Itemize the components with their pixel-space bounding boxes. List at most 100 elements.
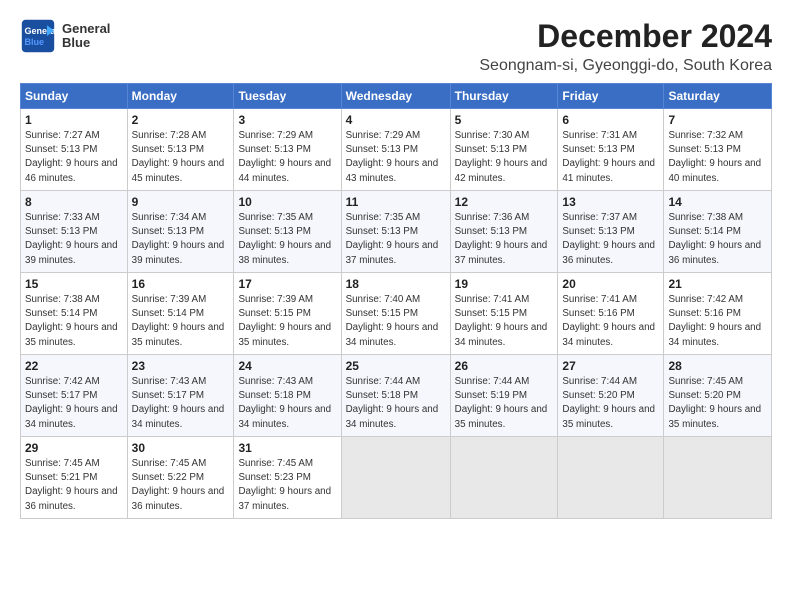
day-number: 31 [238, 441, 336, 455]
day-number: 13 [562, 195, 659, 209]
day-number: 30 [132, 441, 230, 455]
calendar-week-row: 15 Sunrise: 7:38 AMSunset: 5:14 PMDaylig… [21, 273, 772, 355]
col-friday: Friday [558, 84, 664, 109]
day-number: 2 [132, 113, 230, 127]
day-detail: Sunrise: 7:45 AMSunset: 5:20 PMDaylight:… [668, 376, 761, 430]
day-number: 27 [562, 359, 659, 373]
day-detail: Sunrise: 7:44 AMSunset: 5:18 PMDaylight:… [346, 376, 439, 430]
calendar-cell: 18 Sunrise: 7:40 AMSunset: 5:15 PMDaylig… [341, 273, 450, 355]
calendar-cell: 31 Sunrise: 7:45 AMSunset: 5:23 PMDaylig… [234, 437, 341, 519]
day-number: 10 [238, 195, 336, 209]
calendar-week-row: 22 Sunrise: 7:42 AMSunset: 5:17 PMDaylig… [21, 355, 772, 437]
day-number: 9 [132, 195, 230, 209]
day-detail: Sunrise: 7:45 AMSunset: 5:22 PMDaylight:… [132, 458, 225, 512]
svg-text:Blue: Blue [25, 37, 45, 47]
calendar-cell: 19 Sunrise: 7:41 AMSunset: 5:15 PMDaylig… [450, 273, 558, 355]
day-number: 16 [132, 277, 230, 291]
day-detail: Sunrise: 7:32 AMSunset: 5:13 PMDaylight:… [668, 130, 761, 184]
calendar-cell: 17 Sunrise: 7:39 AMSunset: 5:15 PMDaylig… [234, 273, 341, 355]
calendar-cell: 4 Sunrise: 7:29 AMSunset: 5:13 PMDayligh… [341, 109, 450, 191]
col-tuesday: Tuesday [234, 84, 341, 109]
calendar-table: Sunday Monday Tuesday Wednesday Thursday… [20, 83, 772, 519]
day-detail: Sunrise: 7:44 AMSunset: 5:19 PMDaylight:… [455, 376, 548, 430]
day-number: 29 [25, 441, 123, 455]
day-detail: Sunrise: 7:43 AMSunset: 5:18 PMDaylight:… [238, 376, 331, 430]
page: General Blue General Blue December 2024 … [0, 0, 792, 529]
calendar-cell: 12 Sunrise: 7:36 AMSunset: 5:13 PMDaylig… [450, 191, 558, 273]
calendar-cell: 29 Sunrise: 7:45 AMSunset: 5:21 PMDaylig… [21, 437, 128, 519]
day-detail: Sunrise: 7:45 AMSunset: 5:23 PMDaylight:… [238, 458, 331, 512]
day-detail: Sunrise: 7:35 AMSunset: 5:13 PMDaylight:… [238, 212, 331, 266]
day-detail: Sunrise: 7:35 AMSunset: 5:13 PMDaylight:… [346, 212, 439, 266]
calendar-week-row: 8 Sunrise: 7:33 AMSunset: 5:13 PMDayligh… [21, 191, 772, 273]
calendar-cell: 3 Sunrise: 7:29 AMSunset: 5:13 PMDayligh… [234, 109, 341, 191]
calendar-cell: 20 Sunrise: 7:41 AMSunset: 5:16 PMDaylig… [558, 273, 664, 355]
calendar-cell: 10 Sunrise: 7:35 AMSunset: 5:13 PMDaylig… [234, 191, 341, 273]
calendar-cell: 15 Sunrise: 7:38 AMSunset: 5:14 PMDaylig… [21, 273, 128, 355]
calendar-cell [558, 437, 664, 519]
col-sunday: Sunday [21, 84, 128, 109]
title-block: December 2024 Seongnam-si, Gyeonggi-do, … [479, 18, 772, 75]
col-saturday: Saturday [664, 84, 772, 109]
day-detail: Sunrise: 7:36 AMSunset: 5:13 PMDaylight:… [455, 212, 548, 266]
calendar-cell: 25 Sunrise: 7:44 AMSunset: 5:18 PMDaylig… [341, 355, 450, 437]
calendar-week-row: 1 Sunrise: 7:27 AMSunset: 5:13 PMDayligh… [21, 109, 772, 191]
day-number: 6 [562, 113, 659, 127]
calendar-cell: 21 Sunrise: 7:42 AMSunset: 5:16 PMDaylig… [664, 273, 772, 355]
day-detail: Sunrise: 7:28 AMSunset: 5:13 PMDaylight:… [132, 130, 225, 184]
day-detail: Sunrise: 7:29 AMSunset: 5:13 PMDaylight:… [238, 130, 331, 184]
calendar-cell: 8 Sunrise: 7:33 AMSunset: 5:13 PMDayligh… [21, 191, 128, 273]
calendar-cell: 2 Sunrise: 7:28 AMSunset: 5:13 PMDayligh… [127, 109, 234, 191]
day-number: 15 [25, 277, 123, 291]
day-detail: Sunrise: 7:43 AMSunset: 5:17 PMDaylight:… [132, 376, 225, 430]
day-detail: Sunrise: 7:45 AMSunset: 5:21 PMDaylight:… [25, 458, 118, 512]
calendar-cell: 13 Sunrise: 7:37 AMSunset: 5:13 PMDaylig… [558, 191, 664, 273]
header-row: Sunday Monday Tuesday Wednesday Thursday… [21, 84, 772, 109]
day-detail: Sunrise: 7:39 AMSunset: 5:15 PMDaylight:… [238, 294, 331, 348]
calendar-cell: 30 Sunrise: 7:45 AMSunset: 5:22 PMDaylig… [127, 437, 234, 519]
day-number: 24 [238, 359, 336, 373]
calendar-cell: 6 Sunrise: 7:31 AMSunset: 5:13 PMDayligh… [558, 109, 664, 191]
main-title: December 2024 [479, 18, 772, 55]
day-detail: Sunrise: 7:42 AMSunset: 5:16 PMDaylight:… [668, 294, 761, 348]
day-detail: Sunrise: 7:41 AMSunset: 5:15 PMDaylight:… [455, 294, 548, 348]
day-number: 8 [25, 195, 123, 209]
day-detail: Sunrise: 7:41 AMSunset: 5:16 PMDaylight:… [562, 294, 655, 348]
calendar-cell: 22 Sunrise: 7:42 AMSunset: 5:17 PMDaylig… [21, 355, 128, 437]
day-number: 1 [25, 113, 123, 127]
calendar-cell [341, 437, 450, 519]
day-number: 7 [668, 113, 767, 127]
logo-text: General Blue [62, 22, 110, 51]
day-number: 17 [238, 277, 336, 291]
day-number: 19 [455, 277, 554, 291]
calendar-week-row: 29 Sunrise: 7:45 AMSunset: 5:21 PMDaylig… [21, 437, 772, 519]
day-detail: Sunrise: 7:39 AMSunset: 5:14 PMDaylight:… [132, 294, 225, 348]
day-number: 22 [25, 359, 123, 373]
header: General Blue General Blue December 2024 … [20, 18, 772, 75]
day-number: 25 [346, 359, 446, 373]
calendar-body: 1 Sunrise: 7:27 AMSunset: 5:13 PMDayligh… [21, 109, 772, 519]
calendar-cell: 11 Sunrise: 7:35 AMSunset: 5:13 PMDaylig… [341, 191, 450, 273]
day-detail: Sunrise: 7:38 AMSunset: 5:14 PMDaylight:… [668, 212, 761, 266]
day-number: 12 [455, 195, 554, 209]
logo-icon: General Blue [20, 18, 56, 54]
day-number: 23 [132, 359, 230, 373]
col-monday: Monday [127, 84, 234, 109]
day-number: 20 [562, 277, 659, 291]
logo-line1: General [62, 22, 110, 36]
day-number: 14 [668, 195, 767, 209]
subtitle: Seongnam-si, Gyeonggi-do, South Korea [479, 57, 772, 75]
day-number: 11 [346, 195, 446, 209]
logo: General Blue General Blue [20, 18, 110, 54]
calendar-cell: 24 Sunrise: 7:43 AMSunset: 5:18 PMDaylig… [234, 355, 341, 437]
calendar-cell: 16 Sunrise: 7:39 AMSunset: 5:14 PMDaylig… [127, 273, 234, 355]
calendar-cell [450, 437, 558, 519]
day-detail: Sunrise: 7:33 AMSunset: 5:13 PMDaylight:… [25, 212, 118, 266]
day-detail: Sunrise: 7:31 AMSunset: 5:13 PMDaylight:… [562, 130, 655, 184]
day-number: 26 [455, 359, 554, 373]
day-number: 21 [668, 277, 767, 291]
day-number: 28 [668, 359, 767, 373]
day-detail: Sunrise: 7:42 AMSunset: 5:17 PMDaylight:… [25, 376, 118, 430]
day-detail: Sunrise: 7:34 AMSunset: 5:13 PMDaylight:… [132, 212, 225, 266]
col-wednesday: Wednesday [341, 84, 450, 109]
